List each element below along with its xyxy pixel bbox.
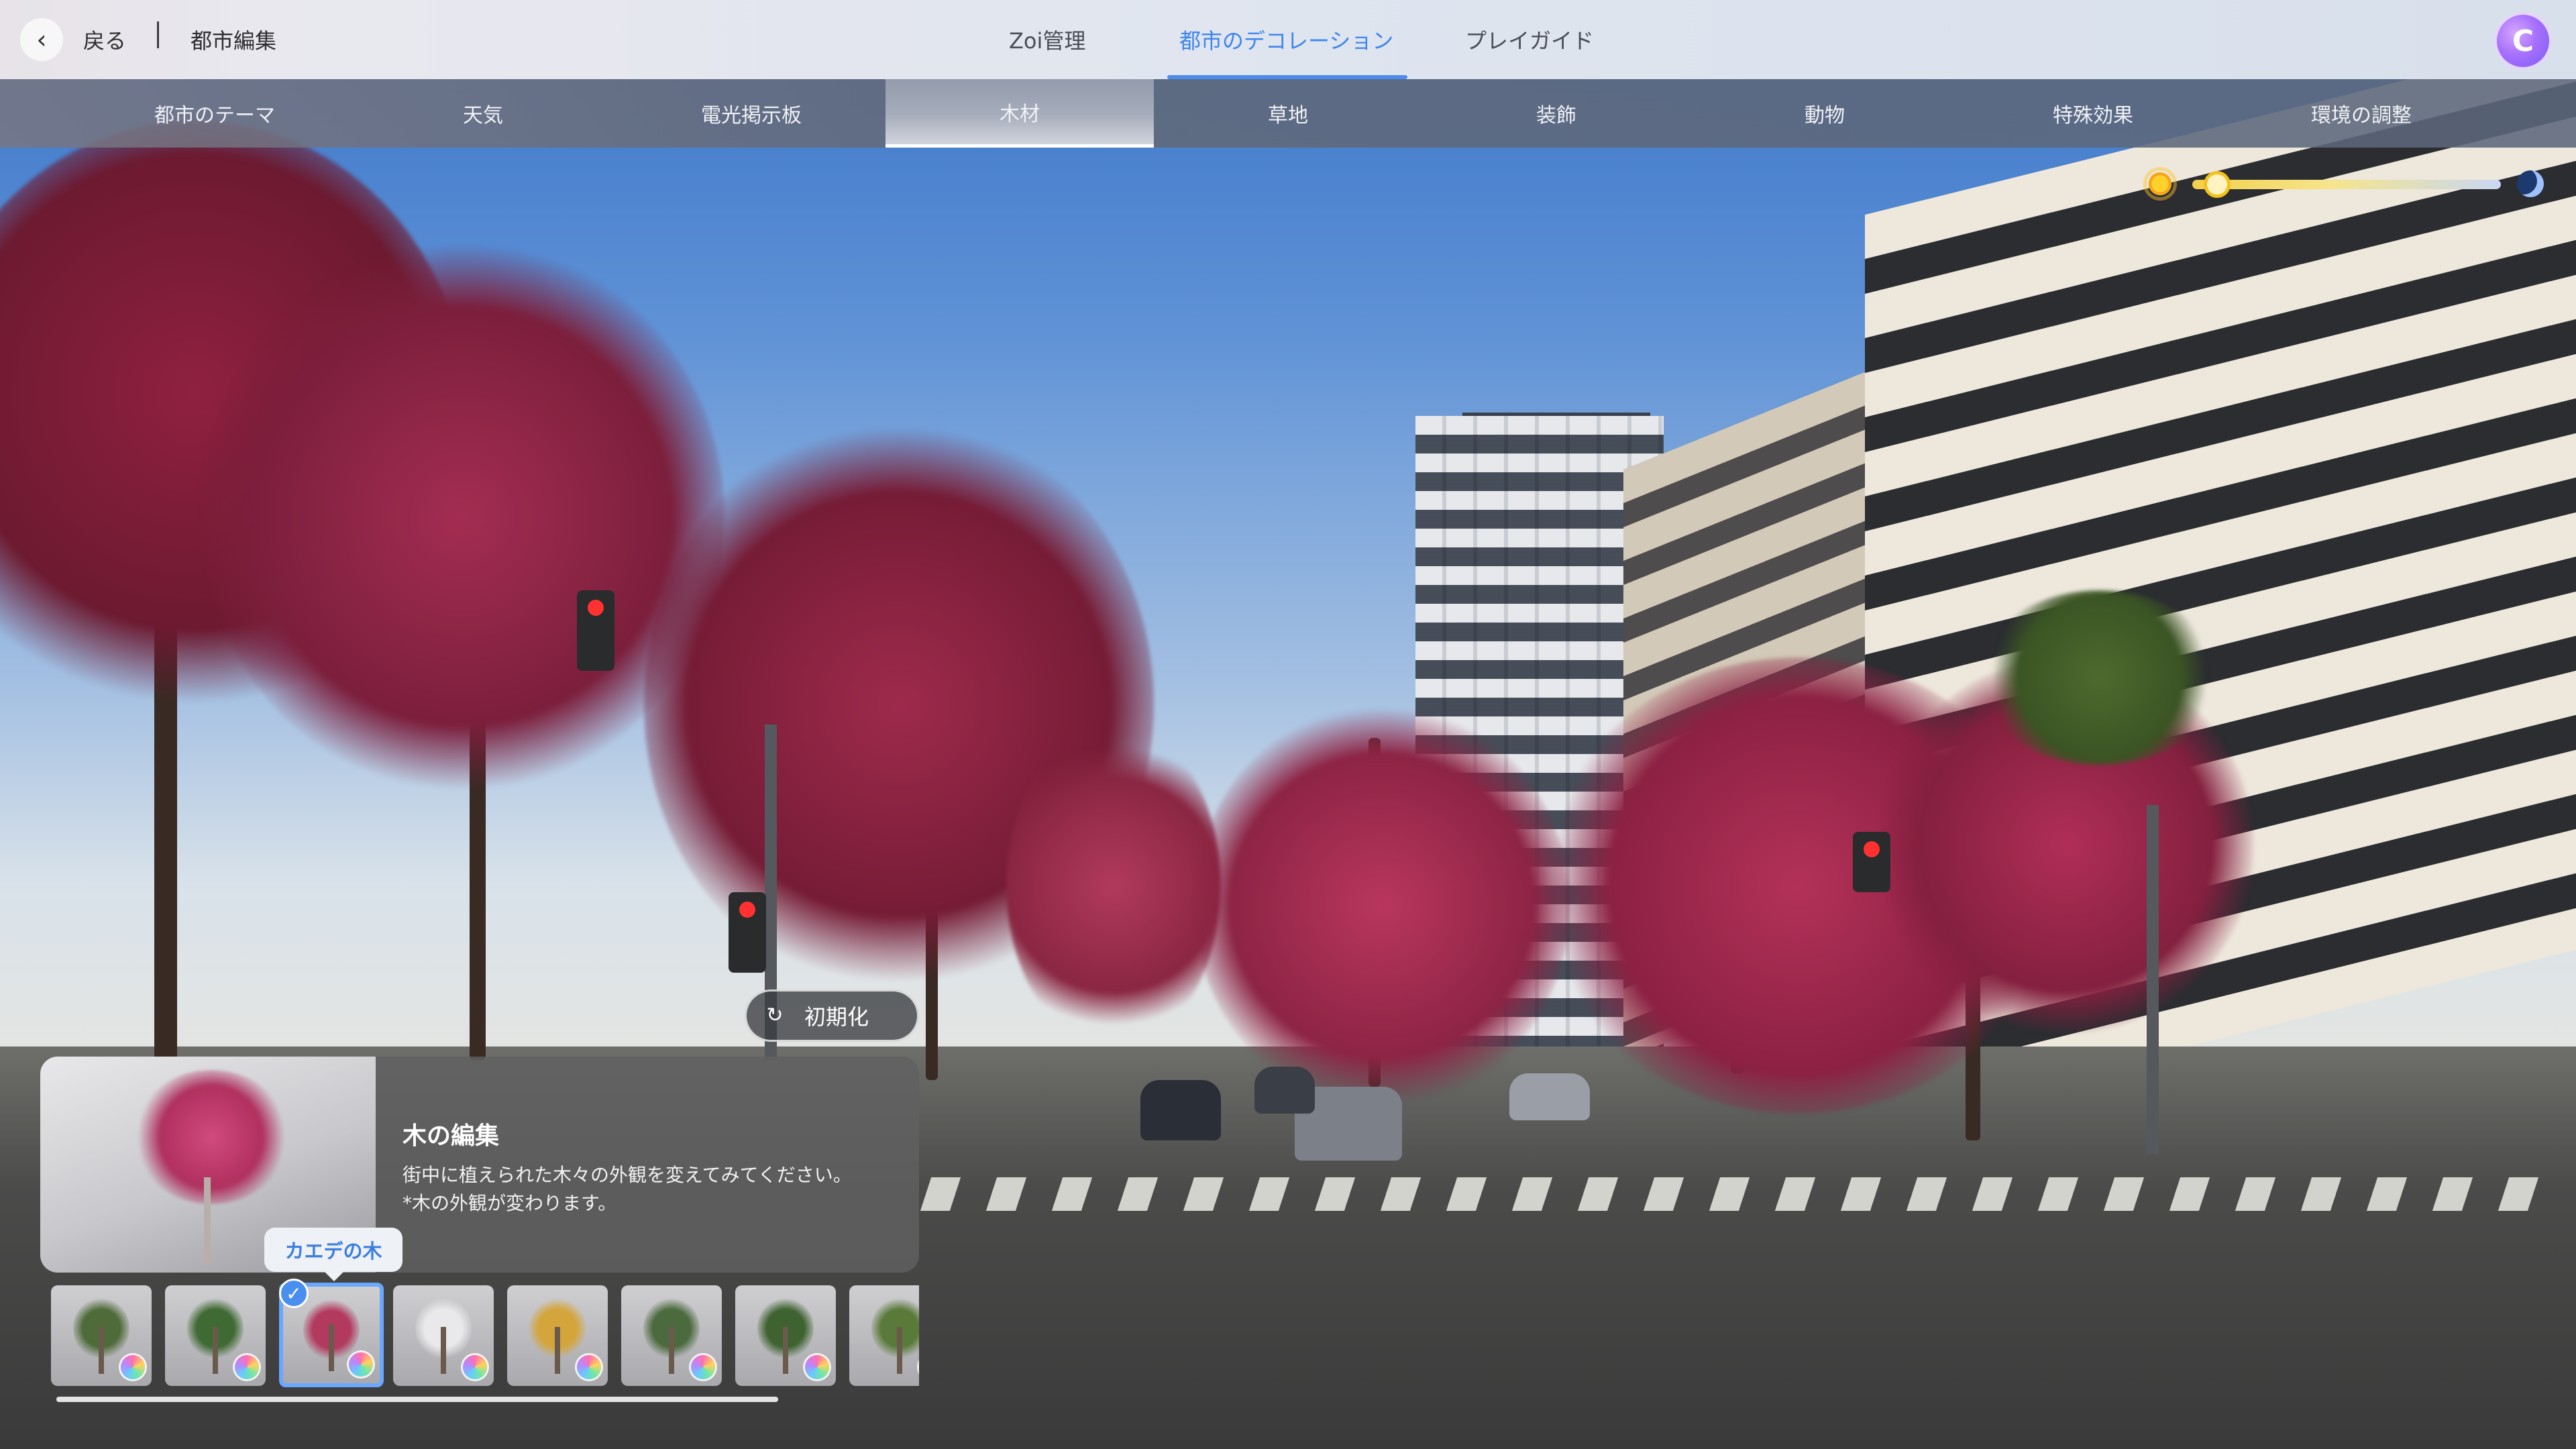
category-billboard[interactable]: 電光掲示板: [617, 79, 885, 148]
golden-tree-icon: [555, 1327, 560, 1374]
color-variant-icon: [349, 1352, 373, 1377]
tree-item[interactable]: [621, 1285, 722, 1386]
tree-item[interactable]: [393, 1285, 494, 1386]
tab-city-decoration[interactable]: 都市のデコレーション: [1179, 24, 1393, 55]
category-grass[interactable]: 草地: [1154, 79, 1422, 148]
color-variant-icon: [235, 1355, 259, 1379]
user-avatar[interactable]: C: [2497, 15, 2549, 67]
bamboo-crown: [871, 1297, 919, 1359]
breadcrumb-separator: [157, 21, 159, 48]
cypress-tree-icon: [783, 1327, 788, 1374]
maple-preview-trunk: [204, 1177, 211, 1265]
color-variant-icon: [577, 1355, 601, 1379]
palm-tree-icon: [99, 1327, 104, 1374]
bamboo-icon: [897, 1327, 902, 1374]
white-blossom-tree-icon: [441, 1327, 446, 1374]
maple-tree-icon: [329, 1324, 334, 1371]
strip-scrollbar-thumb[interactable]: [56, 1397, 778, 1402]
color-variant-icon: [805, 1355, 829, 1379]
traffic-light: [577, 590, 614, 671]
color-variant-icon: [121, 1355, 145, 1379]
check-icon: ✓: [279, 1279, 309, 1308]
tree-item[interactable]: [849, 1285, 919, 1386]
time-of-day-slider[interactable]: [2192, 180, 2501, 189]
car: [1254, 1067, 1315, 1114]
category-weather[interactable]: 天気: [349, 79, 617, 148]
reset-button[interactable]: ↻ 初期化: [745, 989, 919, 1042]
color-variant-icon: [691, 1355, 715, 1379]
panel-description: 街中に植えられた木々の外観を変えてみてください。: [402, 1164, 852, 1186]
traffic-light: [729, 892, 766, 973]
color-variant-icon: [463, 1355, 487, 1379]
tab-zoi-management[interactable]: Zoi管理: [1009, 24, 1085, 55]
chevron-left-icon: ‹: [36, 25, 47, 54]
back-button[interactable]: ‹: [20, 18, 63, 61]
panel-note: *木の外観が変わります。: [402, 1192, 617, 1214]
panel-title: 木の編集: [402, 1122, 500, 1150]
maple-canopy: [1006, 724, 1221, 1046]
selected-item-tooltip: カエデの木: [264, 1228, 402, 1281]
time-of-day-slider-thumb[interactable]: [2203, 171, 2231, 198]
maple-preview-canopy: [134, 1070, 288, 1204]
page-title: 都市編集: [191, 28, 277, 54]
tree-item-strip[interactable]: [51, 1281, 919, 1389]
traffic-light: [1853, 832, 1890, 892]
category-environment[interactable]: 環境の調整: [2227, 79, 2496, 148]
category-bar: 都市のテーマ 天気 電光掲示板 木材 草地 装飾 動物 特殊効果 環境の調整: [0, 79, 2576, 148]
moon-icon: [2517, 170, 2544, 197]
back-label[interactable]: 戻る: [83, 24, 126, 55]
sun-icon: [2147, 170, 2174, 197]
tree-item[interactable]: [165, 1285, 266, 1386]
category-special-effects[interactable]: 特殊効果: [1959, 79, 2227, 148]
crosswalk: [920, 1177, 2542, 1211]
car: [1140, 1080, 1221, 1140]
reset-label: 初期化: [804, 1004, 869, 1030]
category-city-theme[interactable]: 都市のテーマ: [80, 79, 349, 148]
pine-tree-icon: [669, 1327, 674, 1374]
category-trees[interactable]: 木材: [885, 79, 1154, 148]
signal-pole: [2147, 805, 2159, 1154]
tree-item[interactable]: [735, 1285, 836, 1386]
category-decoration[interactable]: 装飾: [1422, 79, 1690, 148]
palm-canopy: [1979, 590, 2220, 765]
car: [1509, 1073, 1590, 1120]
green-tree-icon: [213, 1327, 218, 1374]
tab-play-guide[interactable]: プレイガイド: [1465, 24, 1594, 55]
tree-item[interactable]: [507, 1285, 608, 1386]
maple-canopy: [1194, 704, 1570, 1107]
category-animals[interactable]: 動物: [1690, 79, 1959, 148]
refresh-icon: ↻: [766, 1004, 784, 1027]
tree-item[interactable]: [51, 1285, 152, 1386]
